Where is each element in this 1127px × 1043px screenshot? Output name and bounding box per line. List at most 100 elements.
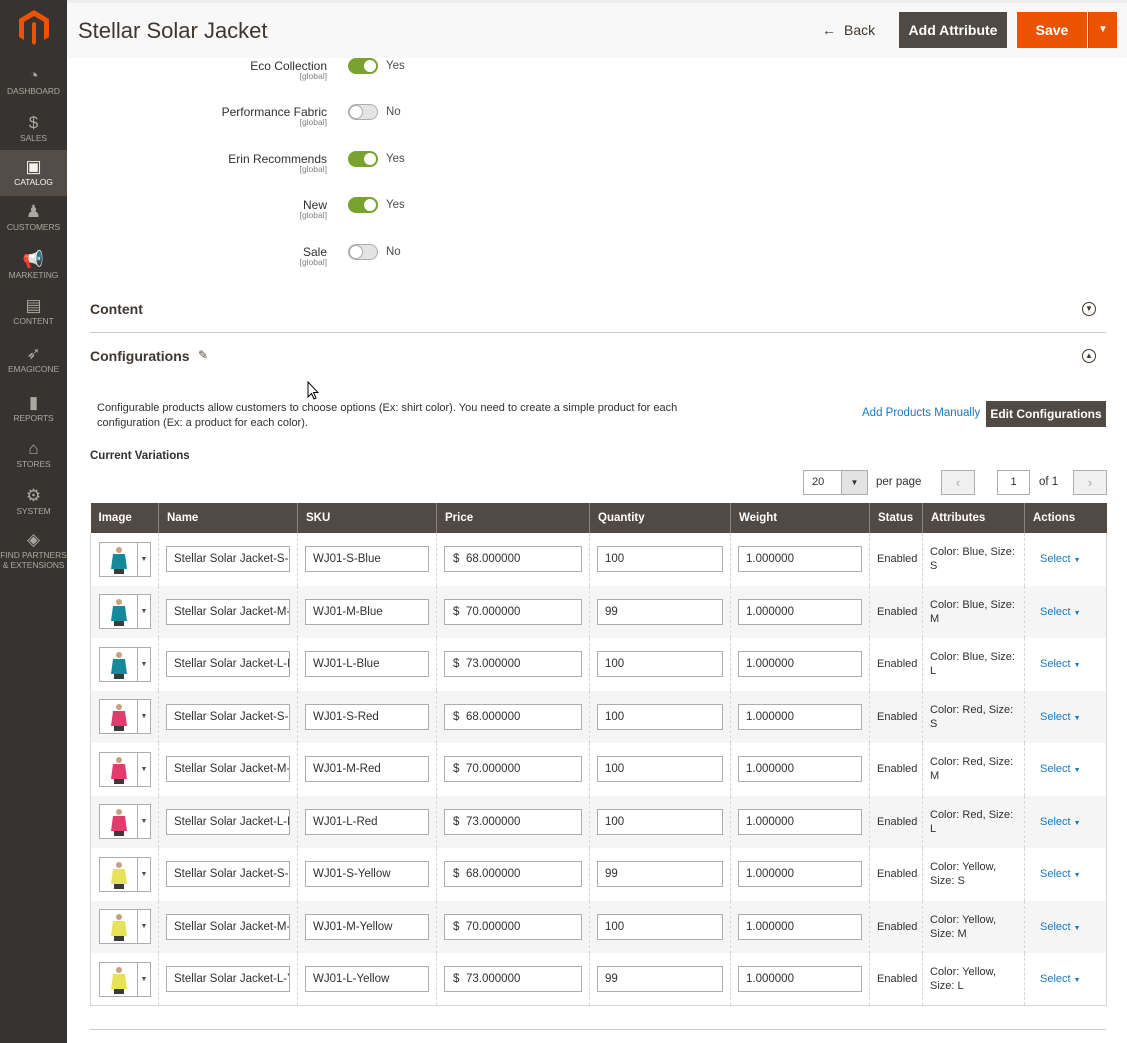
select-action-dropdown[interactable]: Select ▼ — [1032, 553, 1081, 565]
price-input[interactable]: $73.000000 — [444, 651, 582, 678]
image-picker[interactable]: ▼ — [99, 961, 151, 997]
weight-input[interactable]: 1.000000 — [738, 546, 862, 573]
select-action-dropdown[interactable]: Select ▼ — [1032, 711, 1081, 723]
save-button[interactable]: Save — [1017, 12, 1087, 48]
price-input[interactable]: $73.000000 — [444, 808, 582, 835]
name-input[interactable]: Stellar Solar Jacket-M-Blue — [166, 598, 290, 625]
sku-input[interactable]: WJ01-L-Yellow — [305, 966, 429, 992]
caret-down-icon[interactable]: ▼ — [137, 857, 150, 891]
caret-down-icon[interactable]: ▼ — [137, 700, 150, 734]
caret-down-icon[interactable]: ▼ — [841, 471, 867, 494]
sku-input[interactable]: WJ01-M-Blue — [305, 598, 429, 625]
sku-input[interactable]: WJ01-M-Yellow — [305, 913, 429, 940]
quantity-input[interactable]: 100 — [597, 546, 723, 573]
quantity-input[interactable]: 100 — [597, 756, 723, 783]
name-input[interactable]: Stellar Solar Jacket-L-Yellow — [166, 966, 290, 992]
edit-configurations-button[interactable]: Edit Configurations — [986, 401, 1106, 427]
add-attribute-button[interactable]: Add Attribute — [899, 12, 1007, 48]
weight-input[interactable]: 1.000000 — [738, 913, 862, 940]
quantity-input[interactable]: 99 — [597, 861, 723, 888]
caret-down-icon[interactable]: ▼ — [137, 595, 150, 629]
sidebar-item-catalog[interactable]: ▣ CATALOG — [0, 150, 67, 196]
image-picker[interactable]: ▼ — [99, 751, 151, 787]
weight-input[interactable]: 1.000000 — [738, 598, 862, 625]
configurations-section-title[interactable]: Configurations — [90, 348, 190, 364]
sidebar-item-content[interactable]: ▤ CONTENT — [0, 296, 67, 330]
weight-input[interactable]: 1.000000 — [738, 651, 862, 678]
sku-input[interactable]: WJ01-L-Red — [305, 808, 429, 835]
quantity-input[interactable]: 100 — [597, 703, 723, 730]
sku-input[interactable]: WJ01-S-Blue — [305, 546, 429, 573]
chevron-up-icon[interactable]: ▲ — [1082, 349, 1096, 363]
image-picker[interactable]: ▼ — [99, 699, 151, 735]
select-action-dropdown[interactable]: Select ▼ — [1032, 763, 1081, 775]
quantity-input[interactable]: 100 — [597, 913, 723, 940]
name-input[interactable]: Stellar Solar Jacket-M-Yellow — [166, 913, 290, 940]
sku-input[interactable]: WJ01-S-Yellow — [305, 861, 429, 888]
caret-down-icon[interactable]: ▼ — [137, 910, 150, 944]
quantity-input[interactable]: 99 — [597, 966, 723, 992]
price-input[interactable]: $68.000000 — [444, 703, 582, 730]
name-input[interactable]: Stellar Solar Jacket-S-Blue — [166, 546, 290, 573]
price-input[interactable]: $73.000000 — [444, 966, 582, 992]
attribute-toggle[interactable] — [348, 197, 378, 213]
sidebar-item-customers[interactable]: ♟ CUSTOMERS — [0, 202, 67, 236]
caret-down-icon[interactable]: ▼ — [137, 962, 150, 996]
name-input[interactable]: Stellar Solar Jacket-L-Blue — [166, 651, 290, 678]
content-section-title[interactable]: Content — [90, 301, 143, 317]
sidebar-item-marketing[interactable]: 📢 MARKETING — [0, 250, 67, 284]
sidebar-item-stores[interactable]: ⌂ STORES — [0, 439, 67, 473]
weight-input[interactable]: 1.000000 — [738, 808, 862, 835]
sidebar-item-emagicone[interactable]: ➶ EMAGICONE — [0, 344, 67, 384]
weight-input[interactable]: 1.000000 — [738, 756, 862, 783]
image-picker[interactable]: ▼ — [99, 909, 151, 945]
sidebar-item-system[interactable]: ⚙ SYSTEM — [0, 486, 67, 520]
quantity-input[interactable]: 100 — [597, 651, 723, 678]
select-action-dropdown[interactable]: Select ▼ — [1032, 921, 1081, 933]
select-action-dropdown[interactable]: Select ▼ — [1032, 868, 1081, 880]
name-input[interactable]: Stellar Solar Jacket-S-Yellow — [166, 861, 290, 888]
caret-down-icon[interactable]: ▼ — [137, 542, 150, 576]
per-page-select[interactable]: 20 ▼ — [803, 470, 868, 495]
sku-input[interactable]: WJ01-S-Red — [305, 703, 429, 730]
sku-input[interactable]: WJ01-M-Red — [305, 756, 429, 783]
price-input[interactable]: $70.000000 — [444, 913, 582, 940]
select-action-dropdown[interactable]: Select ▼ — [1032, 658, 1081, 670]
attribute-toggle[interactable] — [348, 151, 378, 167]
name-input[interactable]: Stellar Solar Jacket-L-Red — [166, 808, 290, 835]
price-input[interactable]: $70.000000 — [444, 598, 582, 625]
weight-input[interactable]: 1.000000 — [738, 861, 862, 888]
image-picker[interactable]: ▼ — [99, 541, 151, 577]
attribute-toggle[interactable] — [348, 104, 378, 120]
save-options-toggle[interactable]: ▼ — [1088, 12, 1117, 48]
select-action-dropdown[interactable]: Select ▼ — [1032, 606, 1081, 618]
weight-input[interactable]: 1.000000 — [738, 703, 862, 730]
name-input[interactable]: Stellar Solar Jacket-M-Red — [166, 756, 290, 783]
sidebar-item-dashboard[interactable]: ◔ DASHBOARD — [0, 66, 67, 100]
sidebar-item-find-partners-extensions[interactable]: ◈ FIND PARTNERS & EXTENSIONS — [0, 530, 67, 574]
page-number-input[interactable]: 1 — [997, 470, 1030, 495]
caret-down-icon[interactable]: ▼ — [137, 805, 150, 839]
price-input[interactable]: $68.000000 — [444, 546, 582, 573]
image-picker[interactable]: ▼ — [99, 646, 151, 682]
sidebar-item-sales[interactable]: $ SALES — [0, 113, 67, 147]
back-button[interactable]: ← Back — [822, 22, 875, 38]
select-action-dropdown[interactable]: Select ▼ — [1032, 973, 1081, 985]
quantity-input[interactable]: 100 — [597, 808, 723, 835]
image-picker[interactable]: ▼ — [99, 594, 151, 630]
sku-input[interactable]: WJ01-L-Blue — [305, 651, 429, 678]
add-products-manually-link[interactable]: Add Products Manually — [862, 407, 980, 419]
previous-page-button[interactable]: ‹ — [941, 470, 975, 495]
next-page-button[interactable]: › — [1073, 470, 1107, 495]
attribute-toggle[interactable] — [348, 244, 378, 260]
caret-down-icon[interactable]: ▼ — [137, 752, 150, 786]
weight-input[interactable]: 1.000000 — [738, 966, 862, 992]
chevron-down-icon[interactable]: ▼ — [1082, 302, 1096, 316]
select-action-dropdown[interactable]: Select ▼ — [1032, 816, 1081, 828]
quantity-input[interactable]: 99 — [597, 598, 723, 625]
caret-down-icon[interactable]: ▼ — [137, 647, 150, 681]
price-input[interactable]: $68.000000 — [444, 861, 582, 888]
price-input[interactable]: $70.000000 — [444, 756, 582, 783]
image-picker[interactable]: ▼ — [99, 856, 151, 892]
attribute-toggle[interactable] — [348, 58, 378, 74]
